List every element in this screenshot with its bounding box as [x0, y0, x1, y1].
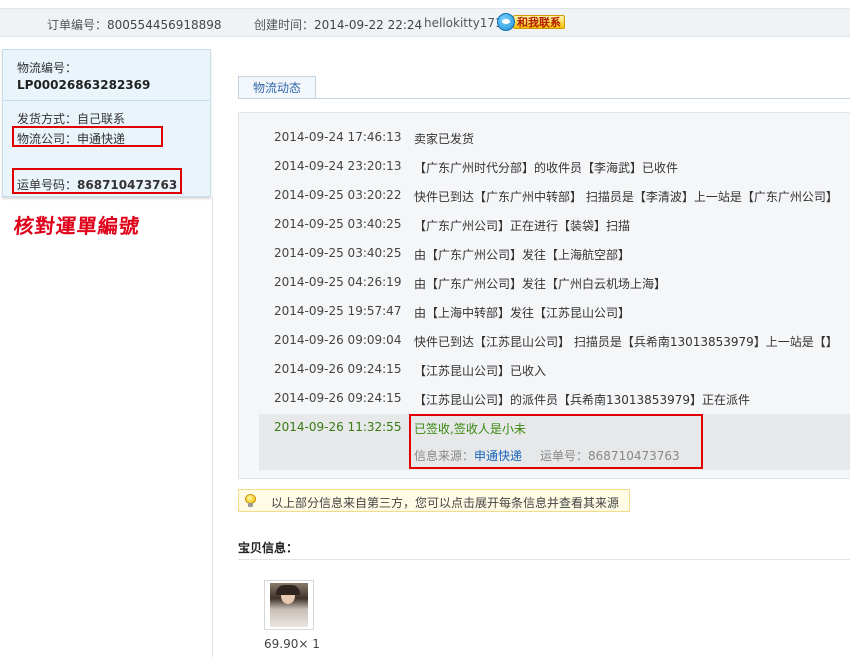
order-number: 订单编号：800554456918898 [47, 16, 222, 33]
order-number-value: 800554456918898 [107, 18, 222, 32]
tracking-desc: 【江苏昆山公司】已收入 [414, 364, 547, 378]
tracking-time: 2014-09-25 04:26:19 [274, 275, 402, 289]
tracking-desc: 【江苏昆山公司】的派件员【兵希南13013853979】正在派件 [414, 393, 750, 407]
tracking-desc: 由【广东广州公司】发往【广州白云机场上海】 [414, 277, 667, 291]
tracking-row: 2014-09-26 09:24:15 【江苏昆山公司】的派件员【兵希南13013… [239, 385, 850, 414]
tracking-time: 2014-09-26 11:32:55 [274, 420, 402, 434]
tracking-desc: 由【广东广州公司】发往【上海航空部】 [414, 248, 631, 262]
order-created: 创建时间：2014-09-22 22:24 [254, 16, 422, 33]
lightbulb-icon [245, 494, 256, 507]
company-highlight-box [12, 126, 163, 147]
order-header-bar: 订单编号：800554456918898 创建时间：2014-09-22 22:… [0, 8, 850, 37]
tab-logistics-updates[interactable]: 物流动态 [238, 76, 316, 99]
created-value: 2014-09-22 22:24 [314, 18, 423, 32]
tracking-time: 2014-09-24 17:46:13 [274, 130, 402, 144]
notice-text: 以上部分信息来自第三方，您可以点击展开每条信息并查看其来源 [271, 496, 620, 510]
tracking-row: 2014-09-25 03:40:25 【广东广州公司】正在进行【装袋】扫描 [239, 211, 850, 240]
tab-underline [238, 98, 850, 99]
item-info-title: 宝贝信息： [238, 541, 299, 555]
panel-divider [212, 197, 213, 657]
signed-highlight-box [409, 414, 703, 469]
tracking-time: 2014-09-25 19:57:47 [274, 304, 402, 318]
tracking-desc: 【广东广州公司】正在进行【装袋】扫描 [414, 219, 631, 233]
tracking-time: 2014-09-24 23:20:13 [274, 159, 402, 173]
tracking-desc: 【广东广州时代分部】的收件员【李海武】已收件 [414, 161, 679, 175]
tracking-time: 2014-09-25 03:40:25 [274, 246, 402, 260]
created-label: 创建时间： [254, 18, 315, 32]
logistics-id-section: 物流编号： LP00026863282369 [3, 50, 210, 101]
third-party-notice: 以上部分信息来自第三方，您可以点击展开每条信息并查看其来源 [238, 489, 630, 512]
item-thumbnail[interactable] [264, 580, 314, 630]
tracking-time: 2014-09-26 09:09:04 [274, 333, 402, 347]
tracking-row: 2014-09-26 09:24:15 【江苏昆山公司】已收入 [239, 356, 850, 385]
tracking-row: 2014-09-24 17:46:13 卖家已发货 [239, 124, 850, 153]
tracking-desc: 快件已到达【江苏昆山公司】 扫描员是【兵希南13013853979】上一站是【】 [414, 335, 838, 349]
waybill-highlight-box [12, 168, 182, 194]
item-info-divider [238, 559, 850, 560]
chat-icon [497, 13, 515, 31]
tracking-time: 2014-09-26 09:24:15 [274, 362, 402, 376]
logistics-id-label: 物流编号： [17, 61, 78, 75]
item-photo [270, 583, 308, 627]
tracking-time: 2014-09-25 03:20:22 [274, 188, 402, 202]
ship-method: 发货方式：自己联系 [17, 112, 126, 126]
tracking-desc: 由【上海中转部】发往【江苏昆山公司】 [414, 306, 631, 320]
handwritten-note: 核對運單編號 [12, 214, 142, 238]
order-number-label: 订单编号： [47, 18, 108, 32]
tracking-row: 2014-09-26 09:09:04 快件已到达【江苏昆山公司】 扫描员是【兵希… [239, 327, 850, 356]
tracking-row: 2014-09-25 04:26:19 由【广东广州公司】发往【广州白云机场上海】 [239, 269, 850, 298]
tracking-row: 2014-09-24 23:20:13 【广东广州时代分部】的收件员【李海武】已收… [239, 153, 850, 182]
tracking-row: 2014-09-25 03:40:25 由【广东广州公司】发往【上海航空部】 [239, 240, 850, 269]
tracking-time: 2014-09-26 09:24:15 [274, 391, 402, 405]
tracking-desc: 快件已到达【广东广州中转部】 扫描员是【李清波】上一站是【广东广州公司】 [414, 190, 838, 204]
tracking-row: 2014-09-25 03:20:22 快件已到达【广东广州中转部】 扫描员是【李… [239, 182, 850, 211]
tracking-row: 2014-09-25 19:57:47 由【上海中转部】发往【江苏昆山公司】 [239, 298, 850, 327]
tracking-time: 2014-09-25 03:40:25 [274, 217, 402, 231]
item-price-qty: 69.90× 1 [264, 637, 320, 651]
contact-seller-button[interactable]: 和我联系 [497, 13, 565, 31]
contact-seller-label: 和我联系 [513, 15, 565, 29]
logistics-id-value: LP00026863282369 [17, 78, 151, 92]
tracking-desc: 卖家已发货 [414, 132, 475, 146]
